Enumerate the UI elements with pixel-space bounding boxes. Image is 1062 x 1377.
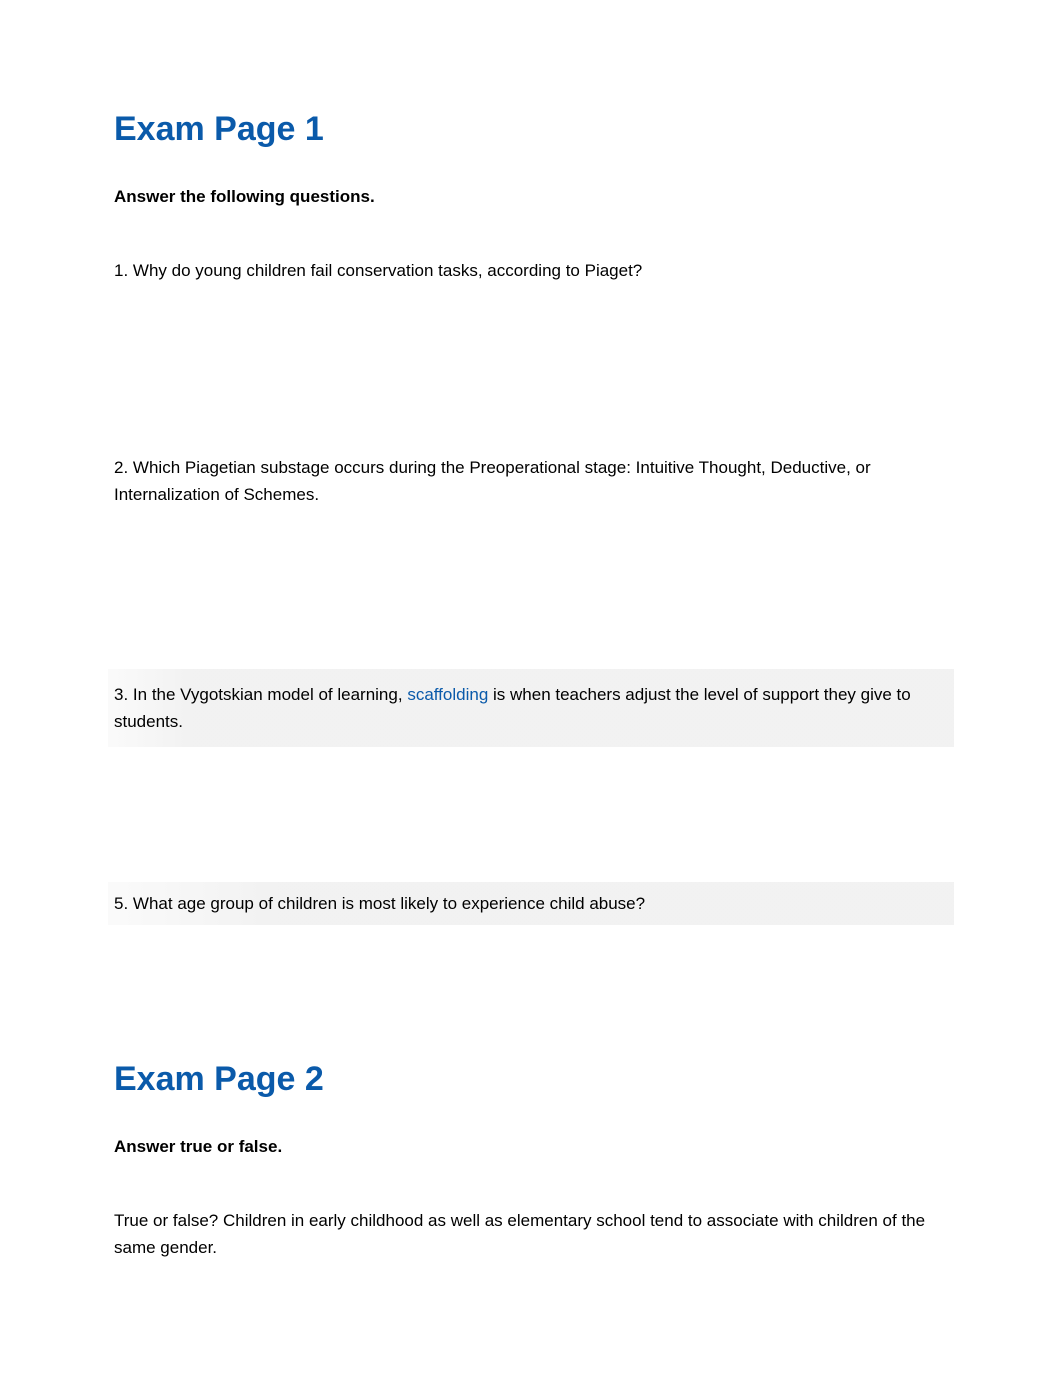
question-1-number: 1.	[114, 261, 128, 280]
question-5-number: 5.	[114, 894, 128, 913]
scaffolding-link[interactable]: scaffolding	[407, 685, 488, 704]
question-1: 1. Why do young children fail conservati…	[114, 247, 948, 444]
page-2-title: Exam Page 2	[114, 1060, 948, 1099]
question-1-text: 1. Why do young children fail conservati…	[114, 247, 948, 294]
question-1-body: Why do young children fail conservation …	[133, 261, 642, 280]
question-2-text: 2. Which Piagetian substage occurs durin…	[114, 444, 948, 518]
page2-question-1: True or false? Children in early childho…	[114, 1197, 948, 1271]
exam-document: Exam Page 1 Answer the following questio…	[0, 0, 1062, 1312]
question-2: 2. Which Piagetian substage occurs durin…	[114, 444, 948, 668]
question-3-text: 3. In the Vygotskian model of learning, …	[108, 669, 954, 747]
page-1-instructions: Answer the following questions.	[114, 187, 948, 207]
answer-space-3	[114, 747, 948, 882]
page2-question-1-text: True or false? Children in early childho…	[114, 1197, 948, 1271]
question-3-number: 3.	[114, 685, 128, 704]
answer-space-1	[114, 294, 948, 444]
question-5-body: What age group of children is most likel…	[133, 894, 645, 913]
page-2-section: Exam Page 2 Answer true or false. True o…	[114, 1060, 948, 1271]
question-2-number: 2.	[114, 458, 128, 477]
question-2-body: Which Piagetian substage occurs during t…	[114, 458, 871, 504]
question-5-text: 5. What age group of children is most li…	[108, 882, 954, 925]
answer-space-2	[114, 519, 948, 669]
answer-space-5	[114, 925, 948, 1060]
question-5: 5. What age group of children is most li…	[114, 882, 948, 1060]
page-2-instructions: Answer true or false.	[114, 1137, 948, 1157]
question-3-prefix: In the Vygotskian model of learning,	[133, 685, 403, 704]
question-3: 3. In the Vygotskian model of learning, …	[114, 669, 948, 882]
page-1-title: Exam Page 1	[114, 110, 948, 149]
